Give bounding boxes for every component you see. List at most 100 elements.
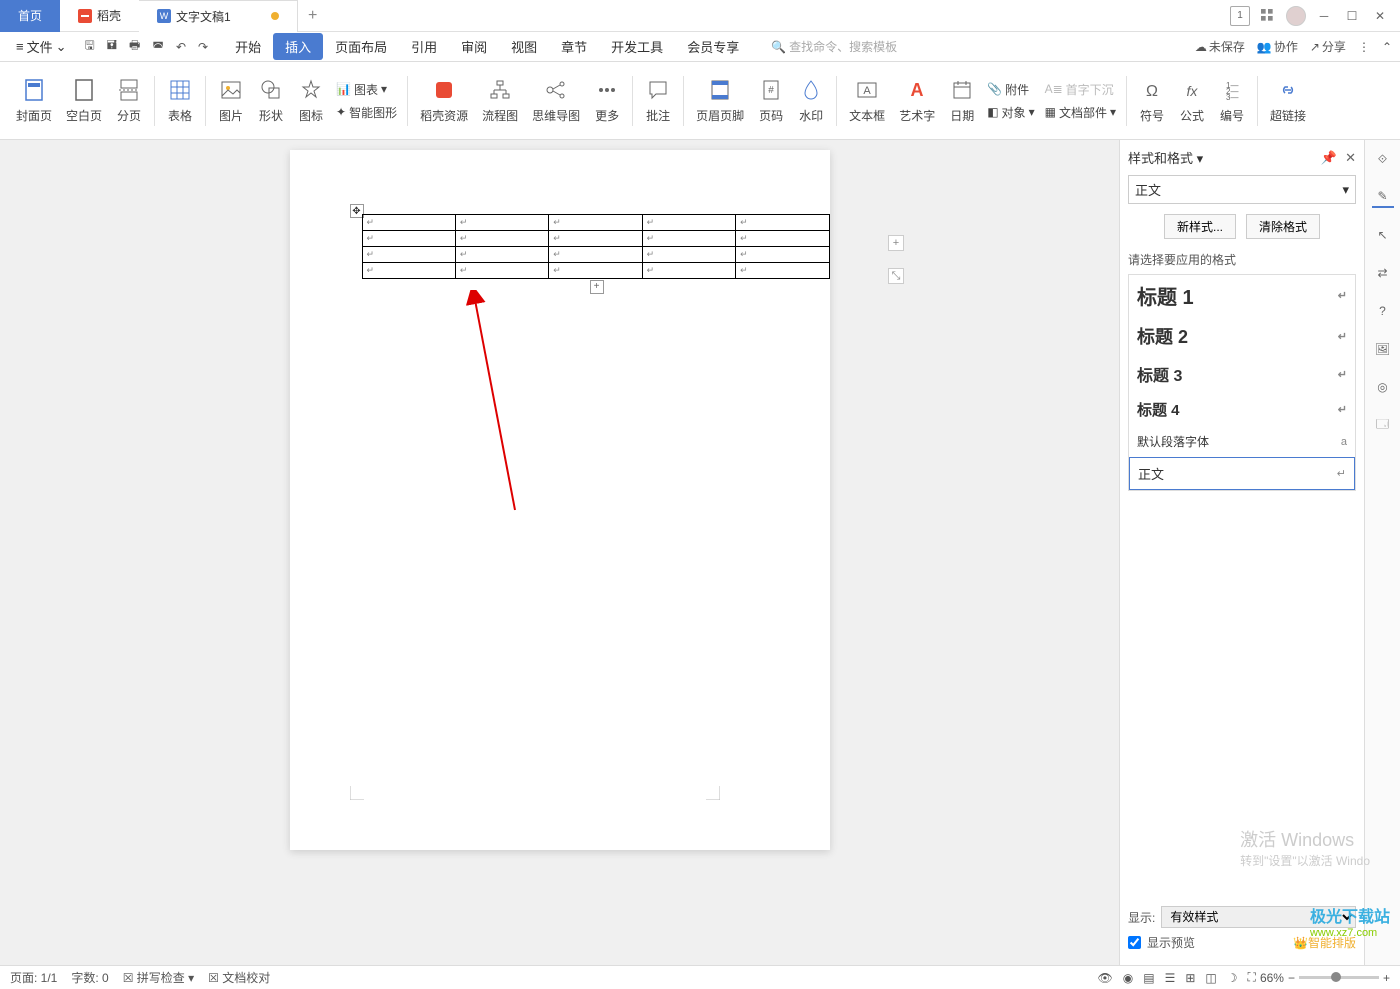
close-button[interactable]: ✕ (1370, 6, 1390, 26)
table-button[interactable]: 表格 (161, 75, 199, 126)
view-web-icon[interactable]: ⊞ (1185, 971, 1195, 985)
dropcap-button[interactable]: A≣首字下沉 (1041, 79, 1120, 100)
print-icon[interactable]: 🖶 (129, 36, 140, 57)
print-preview-icon[interactable]: ◚ (152, 36, 164, 57)
night-mode-icon[interactable]: ☽ (1227, 971, 1238, 985)
menu-tab-section[interactable]: 章节 (549, 33, 599, 60)
view-outline-icon[interactable]: ☰ (1165, 971, 1176, 985)
docparts-button[interactable]: ▦文档部件▾ (1041, 102, 1120, 123)
sidebar-clip-icon[interactable]: 🖼 (1372, 338, 1394, 360)
blank-page-button[interactable]: 空白页 (60, 75, 108, 126)
new-style-button[interactable]: 新样式... (1164, 214, 1236, 239)
redo-icon[interactable]: ↷ (198, 36, 208, 57)
avatar-icon[interactable] (1286, 6, 1306, 26)
shape-button[interactable]: 形状 (252, 75, 290, 126)
file-menu[interactable]: ≡ 文件 ⌄ (8, 37, 75, 56)
save-icon[interactable]: 🖫 (85, 36, 95, 57)
tab-docer[interactable]: 稻壳 (60, 0, 139, 32)
menu-tab-start[interactable]: 开始 (223, 33, 273, 60)
chart-button[interactable]: 📊图表▾ (332, 79, 401, 100)
menu-tab-devtools[interactable]: 开发工具 (599, 33, 675, 60)
watermark-button[interactable]: 水印 (792, 75, 830, 126)
attachment-button[interactable]: 📎附件 (983, 79, 1038, 100)
minimize-button[interactable]: ─ (1314, 6, 1334, 26)
focus-mode-icon[interactable]: ◉ (1123, 971, 1133, 985)
collab-button[interactable]: 👥协作 (1257, 38, 1298, 55)
table-add-row[interactable]: + (590, 280, 604, 294)
view-read-icon[interactable]: ◫ (1205, 971, 1216, 985)
eye-icon[interactable]: 👁 (1098, 971, 1113, 985)
docer-resource-button[interactable]: 稻壳资源 (414, 75, 474, 126)
style-item-h1[interactable]: 标题 1↵ (1129, 275, 1355, 317)
date-button[interactable]: 日期 (943, 75, 981, 126)
sidebar-ai-icon[interactable]: ⟐ (1372, 148, 1394, 170)
view-page-icon[interactable]: ▤ (1143, 971, 1154, 985)
document-area[interactable]: ✥ ↵↵↵↵↵ ↵↵↵↵↵ ↵↵↵↵↵ ↵↵↵↵↵ + + ⤡ (0, 140, 1119, 965)
collapse-ribbon[interactable]: ⌃ (1382, 40, 1392, 54)
spellcheck-button[interactable]: ☒ 拼写检查 ▾ (123, 969, 194, 986)
tab-document[interactable]: W 文字文稿1 (139, 0, 298, 32)
unsaved-button[interactable]: ☁未保存 (1195, 38, 1245, 55)
undo-icon[interactable]: ↶ (176, 36, 186, 57)
sidebar-style-icon[interactable]: ✎ (1372, 186, 1394, 208)
equation-button[interactable]: fx公式 (1173, 75, 1211, 126)
number-button[interactable]: 1—2—3—编号 (1213, 75, 1251, 126)
menu-tab-layout[interactable]: 页面布局 (323, 33, 399, 60)
zoom-slider[interactable] (1299, 976, 1379, 979)
table-expand-button[interactable]: ⤡ (888, 268, 904, 284)
sidebar-location-icon[interactable]: ◎ (1372, 376, 1394, 398)
table-row[interactable]: ↵↵↵↵↵ (362, 263, 829, 279)
clear-format-button[interactable]: 清除格式 (1246, 214, 1320, 239)
menu-tab-insert[interactable]: 插入 (273, 33, 323, 60)
symbol-button[interactable]: Ω符号 (1133, 75, 1171, 126)
maximize-button[interactable]: ☐ (1342, 6, 1362, 26)
table-row[interactable]: ↵↵↵↵↵ (362, 215, 829, 231)
zoom-out[interactable]: − (1288, 971, 1295, 985)
page-indicator[interactable]: 页面: 1/1 (10, 969, 57, 986)
command-search[interactable]: 🔍 查找命令、搜索模板 (771, 38, 897, 55)
tab-add[interactable]: + (298, 7, 328, 25)
textbox-button[interactable]: A文本框 (843, 75, 891, 126)
menu-tab-view[interactable]: 视图 (499, 33, 549, 60)
proofread-button[interactable]: ☒ 文档校对 (208, 969, 270, 986)
close-pane-icon[interactable]: ✕ (1345, 150, 1356, 166)
sidebar-settings-icon[interactable]: ⇄ (1372, 262, 1394, 284)
style-item-h2[interactable]: 标题 2↵ (1129, 317, 1355, 356)
object-button[interactable]: ◧对象▾ (983, 102, 1038, 123)
sidebar-select-icon[interactable]: ↖ (1372, 224, 1394, 246)
current-style-select[interactable]: 正文 ▾ (1128, 175, 1356, 204)
style-item-body[interactable]: 正文↵ (1129, 457, 1355, 490)
more-menu[interactable]: ⋮ (1358, 40, 1370, 54)
tab-home[interactable]: 首页 (0, 0, 60, 32)
cover-page-button[interactable]: 封面页 (10, 75, 58, 126)
zoom-value[interactable]: 66% (1260, 971, 1284, 985)
fit-icon[interactable]: ⛶ (1248, 970, 1256, 985)
document-table[interactable]: ↵↵↵↵↵ ↵↵↵↵↵ ↵↵↵↵↵ ↵↵↵↵↵ (362, 214, 830, 279)
chevron-down-icon[interactable]: ▾ (1197, 151, 1204, 166)
style-item-default-font[interactable]: 默认段落字体a (1129, 427, 1355, 457)
table-row[interactable]: ↵↵↵↵↵ (362, 247, 829, 263)
pagenum-button[interactable]: #页码 (752, 75, 790, 126)
smartart-button[interactable]: ✦智能图形 (332, 102, 401, 123)
save-as-icon[interactable]: 🖬 (107, 36, 117, 57)
hyperlink-button[interactable]: 超链接 (1264, 75, 1312, 126)
more-button[interactable]: 更多 (588, 75, 626, 126)
flowchart-button[interactable]: 流程图 (476, 75, 524, 126)
word-count[interactable]: 字数: 0 (71, 969, 108, 986)
headerfooter-button[interactable]: 页眉页脚 (690, 75, 750, 126)
sidebar-tool-icon[interactable]: 🗔 (1372, 414, 1394, 436)
menu-tab-review[interactable]: 审阅 (449, 33, 499, 60)
pin-icon[interactable]: 📌 (1321, 150, 1337, 166)
window-badge[interactable]: 1 (1230, 6, 1250, 26)
apps-icon[interactable] (1258, 6, 1278, 26)
preview-checkbox[interactable] (1128, 936, 1141, 949)
table-add-col-button[interactable]: + (888, 235, 904, 251)
page-break-button[interactable]: 分页 (110, 75, 148, 126)
menu-tab-references[interactable]: 引用 (399, 33, 449, 60)
mindmap-button[interactable]: 思维导图 (526, 75, 586, 126)
picture-button[interactable]: 图片 (212, 75, 250, 126)
style-item-h3[interactable]: 标题 3↵ (1129, 356, 1355, 393)
zoom-in[interactable]: + (1383, 971, 1390, 985)
icon-button[interactable]: 图标 (292, 75, 330, 126)
sidebar-help-icon[interactable]: ? (1372, 300, 1394, 322)
